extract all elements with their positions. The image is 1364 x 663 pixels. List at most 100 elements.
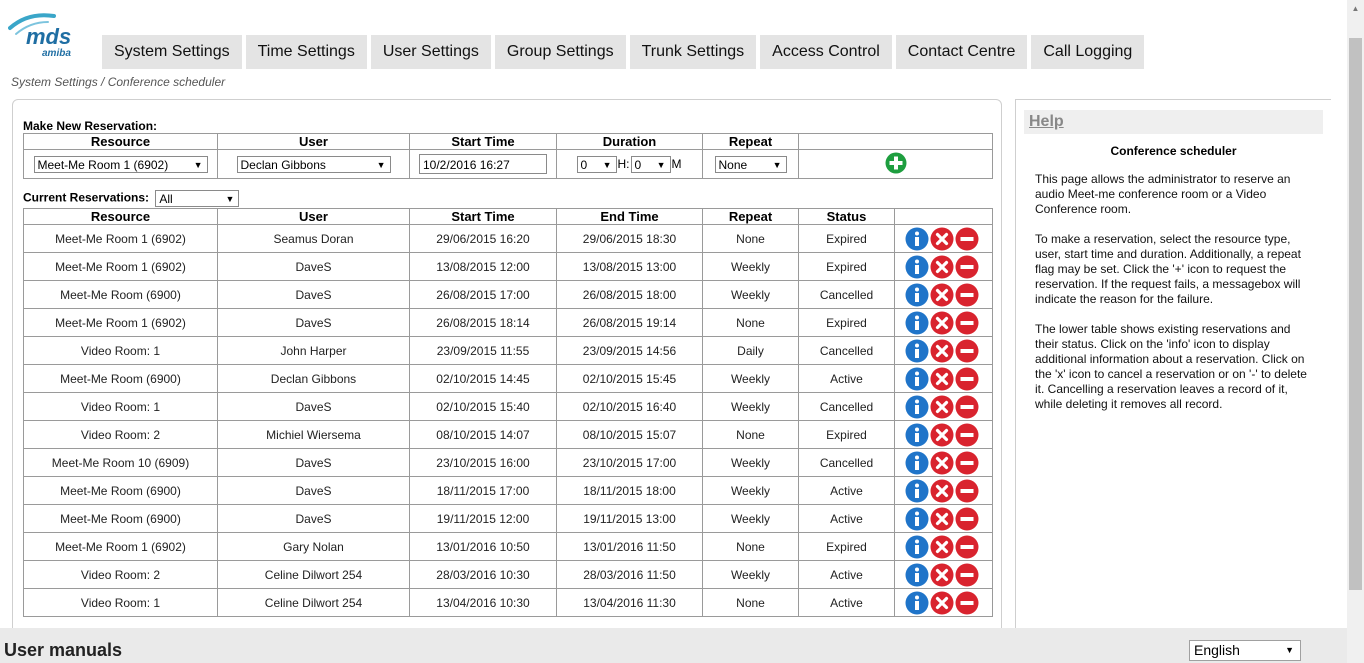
footer: User manuals English ▼ [0,628,1347,663]
delete-minus-icon[interactable] [955,479,979,503]
cell-resource: Video Room: 1 [23,392,218,421]
scroll-up-icon[interactable]: ▲ [1347,0,1364,17]
info-icon[interactable] [905,591,929,615]
cancel-x-icon[interactable] [930,479,954,503]
info-icon[interactable] [905,311,929,335]
table-row: Video Room: 1 John Harper 23/09/2015 11:55… [23,336,993,365]
resource-select[interactable]: Meet-Me Room 1 (6902) ▼ [33,155,208,173]
cell-repeat: Weekly [702,504,799,533]
cancel-x-icon[interactable] [930,255,954,279]
tab-user-settings[interactable]: User Settings [370,35,491,69]
cancel-x-icon[interactable] [930,227,954,251]
tab-system-settings[interactable]: System Settings [102,35,242,69]
cell-end: 13/04/2016 11:30 [556,588,703,617]
tab-time-settings[interactable]: Time Settings [245,35,367,69]
duration-hours-select[interactable]: 0 ▼ [576,155,617,173]
chevron-down-icon: ▼ [602,159,612,170]
tab-call-logging[interactable]: Call Logging [1031,35,1145,69]
info-icon[interactable] [905,423,929,447]
filter-select[interactable]: All ▼ [155,190,240,207]
repeat-select[interactable]: None ▼ [714,155,787,173]
cancel-x-icon[interactable] [930,311,954,335]
table-row: Meet-Me Room 1 (6902) DaveS 13/08/2015 12:… [23,252,993,281]
cancel-x-icon[interactable] [930,535,954,559]
delete-minus-icon[interactable] [955,563,979,587]
cell-start: 18/11/2015 17:00 [409,476,557,505]
info-icon[interactable] [905,479,929,503]
tab-access-control[interactable]: Access Control [760,35,892,69]
cell-repeat: Daily [702,336,799,365]
help-paragraph: The lower table shows existing reservati… [1035,322,1307,411]
logo-sub: amiba [42,48,71,59]
info-icon[interactable] [905,367,929,391]
tab-trunk-settings[interactable]: Trunk Settings [629,35,757,69]
scroll-thumb[interactable] [1349,38,1362,590]
header-end-time: End Time [556,208,703,225]
delete-minus-icon[interactable] [955,423,979,447]
cell-status: Cancelled [798,448,895,477]
info-icon[interactable] [905,507,929,531]
header-resource: Resource [23,133,218,150]
cancel-x-icon[interactable] [930,507,954,531]
cell-repeat: Weekly [702,252,799,281]
cancel-x-icon[interactable] [930,395,954,419]
duration-minutes-select[interactable]: 0 ▼ [630,155,671,173]
delete-minus-icon[interactable] [955,507,979,531]
delete-minus-icon[interactable] [955,255,979,279]
info-icon[interactable] [905,283,929,307]
info-icon[interactable] [905,451,929,475]
cell-resource: Video Room: 2 [23,420,218,449]
add-plus-icon[interactable] [885,152,907,177]
info-icon[interactable] [905,395,929,419]
minutes-unit-label: M [671,157,682,171]
start-time-input[interactable]: 10/2/2016 16:27 [419,154,547,174]
tab-group-settings[interactable]: Group Settings [494,35,626,69]
cell-repeat: Weekly [702,392,799,421]
user-select[interactable]: Declan Gibbons ▼ [236,155,391,173]
delete-minus-icon[interactable] [955,535,979,559]
cancel-x-icon[interactable] [930,339,954,363]
delete-minus-icon[interactable] [955,311,979,335]
delete-minus-icon[interactable] [955,283,979,307]
chevron-down-icon: ▼ [772,159,782,170]
cell-repeat: Weekly [702,364,799,393]
current-reservations-filter: Current Reservations: All ▼ [23,190,240,207]
delete-minus-icon[interactable] [955,591,979,615]
help-link[interactable]: Help [1024,110,1323,134]
chevron-down-icon: ▼ [1285,645,1294,655]
page-scrollbar[interactable]: ▲ [1347,0,1364,663]
info-icon[interactable] [905,255,929,279]
cancel-x-icon[interactable] [930,591,954,615]
delete-minus-icon[interactable] [955,395,979,419]
table-row: Meet-Me Room (6900) DaveS 19/11/2015 12:00… [23,504,993,533]
language-select[interactable]: English ▼ [1189,640,1301,661]
info-icon[interactable] [905,563,929,587]
cell-actions [894,252,993,281]
cancel-x-icon[interactable] [930,283,954,307]
info-icon[interactable] [905,339,929,363]
info-icon[interactable] [905,227,929,251]
cell-repeat: Weekly [702,560,799,589]
cell-end: 23/10/2015 17:00 [556,448,703,477]
delete-minus-icon[interactable] [955,339,979,363]
tab-contact-centre[interactable]: Contact Centre [895,35,1028,69]
cell-actions [894,336,993,365]
cancel-x-icon[interactable] [930,367,954,391]
cancel-x-icon[interactable] [930,563,954,587]
main-nav: System Settings Time Settings User Setti… [102,35,1145,69]
table-row: Meet-Me Room 1 (6902) Seamus Doran 29/06/2… [23,224,993,253]
delete-minus-icon[interactable] [955,451,979,475]
table-row: Video Room: 2 Michiel Wiersema 08/10/2015 … [23,420,993,449]
cell-status: Expired [798,252,895,281]
cell-end: 02/10/2015 16:40 [556,392,703,421]
cancel-x-icon[interactable] [930,423,954,447]
info-icon[interactable] [905,535,929,559]
cell-user: DaveS [217,476,410,505]
cell-user: DaveS [217,280,410,309]
cell-user: DaveS [217,392,410,421]
delete-minus-icon[interactable] [955,227,979,251]
cell-resource: Meet-Me Room 10 (6909) [23,448,218,477]
delete-minus-icon[interactable] [955,367,979,391]
chevron-down-icon: ▼ [656,159,666,170]
cancel-x-icon[interactable] [930,451,954,475]
